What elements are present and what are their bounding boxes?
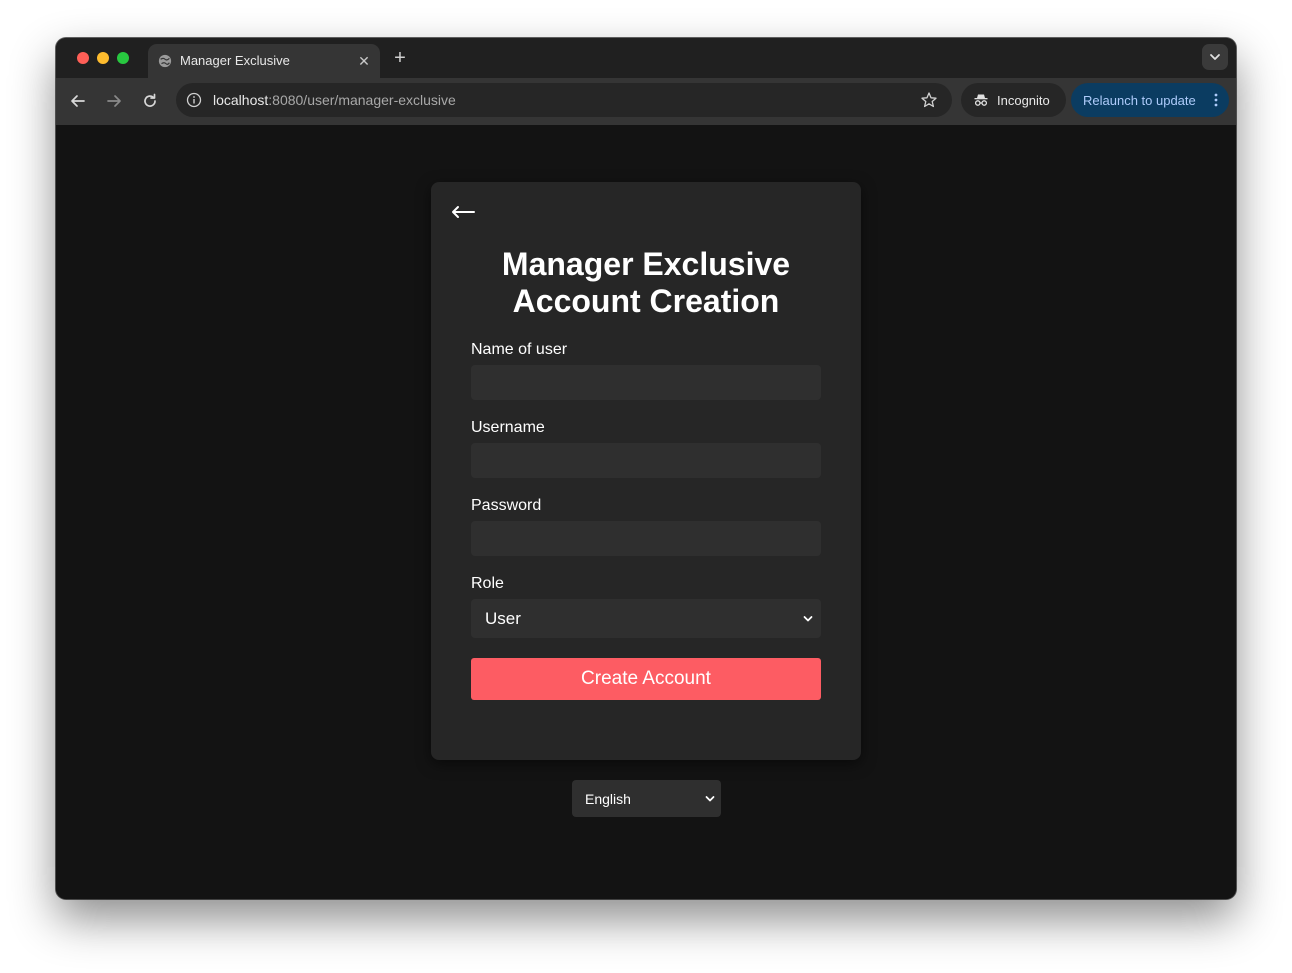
role-label: Role — [471, 575, 504, 592]
chevron-down-icon — [1210, 54, 1220, 60]
incognito-badge[interactable]: Incognito — [961, 83, 1066, 117]
reload-icon[interactable] — [140, 91, 160, 111]
account-creation-card: Manager Exclusive Account Creation Name … — [431, 182, 861, 760]
close-window-button[interactable] — [77, 52, 89, 64]
browser-window: Manager Exclusive ✕ + localhost:8080/use… — [56, 38, 1236, 899]
name-field[interactable] — [471, 365, 821, 400]
relaunch-label: Relaunch to update — [1083, 93, 1196, 108]
chevron-down-icon — [705, 796, 715, 802]
tab-close-icon[interactable]: ✕ — [356, 53, 372, 69]
new-tab-button[interactable]: + — [389, 47, 411, 69]
page-viewport: Manager Exclusive Account Creation Name … — [56, 125, 1236, 899]
name-label: Name of user — [471, 341, 568, 358]
tab-strip: Manager Exclusive ✕ + — [56, 38, 1236, 78]
language-selected-value: English — [585, 791, 631, 807]
username-field[interactable] — [471, 443, 821, 478]
tab-title: Manager Exclusive — [180, 53, 290, 68]
create-account-button[interactable]: Create Account — [471, 658, 821, 700]
username-label: Username — [471, 419, 545, 436]
url-host: localhost — [213, 92, 269, 108]
back-nav-icon[interactable] — [68, 91, 88, 111]
incognito-icon — [974, 94, 988, 106]
page-title-line1: Manager Exclusive — [501, 246, 791, 282]
page-title: Manager Exclusive Account Creation — [431, 246, 861, 320]
forward-nav-icon[interactable] — [104, 91, 124, 111]
incognito-label: Incognito — [997, 93, 1050, 108]
relaunch-button[interactable]: Relaunch to update — [1071, 83, 1229, 117]
maximize-window-button[interactable] — [117, 52, 129, 64]
globe-icon — [158, 54, 172, 68]
more-vert-icon[interactable] — [1213, 92, 1219, 108]
active-tab[interactable]: Manager Exclusive ✕ — [148, 44, 380, 78]
chevron-down-icon — [803, 616, 813, 622]
info-icon[interactable] — [186, 92, 202, 108]
arrow-left-icon[interactable] — [449, 202, 477, 222]
tab-search-button[interactable] — [1202, 44, 1228, 70]
minimize-window-button[interactable] — [97, 52, 109, 64]
language-select[interactable]: English — [572, 780, 721, 817]
browser-toolbar: localhost:8080/user/manager-exclusive In… — [56, 78, 1236, 125]
page-title-line2: Account Creation — [512, 283, 780, 319]
password-label: Password — [471, 497, 542, 514]
url-text: localhost:8080/user/manager-exclusive — [213, 92, 456, 108]
password-field[interactable] — [471, 521, 821, 556]
address-bar[interactable]: localhost:8080/user/manager-exclusive — [176, 83, 952, 117]
star-icon[interactable] — [920, 91, 938, 109]
url-path: :8080/user/manager-exclusive — [268, 92, 456, 108]
role-select[interactable]: User — [471, 599, 821, 638]
role-selected-value: User — [485, 609, 521, 628]
